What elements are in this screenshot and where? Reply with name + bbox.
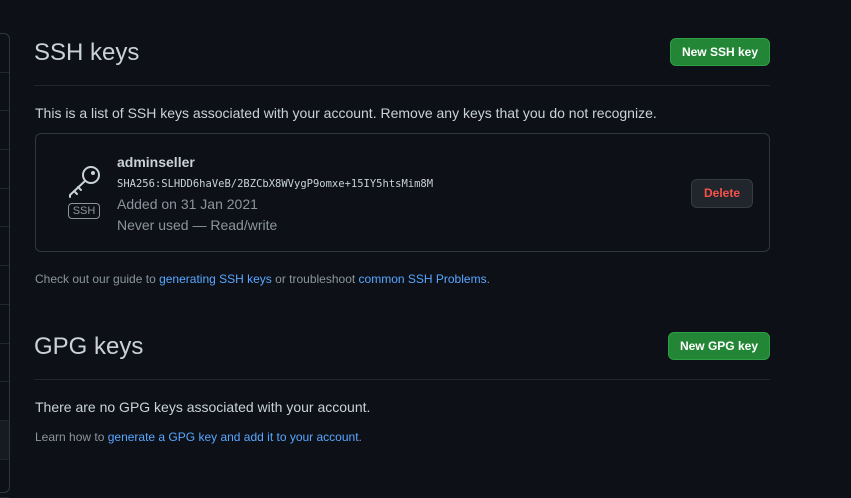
sidebar-item[interactable] [0, 227, 9, 267]
new-ssh-key-button[interactable]: New SSH key [669, 38, 770, 66]
ssh-badge: SSH [68, 203, 100, 219]
sidebar-item[interactable] [0, 73, 9, 112]
sidebar-item-active[interactable] [0, 420, 9, 460]
key-usage: Never used — Read/write [117, 217, 278, 233]
guide-prefix: Check out our guide to [35, 272, 160, 286]
gpg-empty-text: There are no GPG keys associated with yo… [35, 399, 371, 415]
generating-ssh-keys-link[interactable]: generating SSH keys [159, 272, 272, 286]
sidebar-item[interactable] [0, 344, 9, 383]
sidebar-item[interactable] [0, 34, 9, 73]
guide-suffix: . [486, 272, 490, 286]
gpg-section-header: GPG keys New GPG key [34, 327, 770, 380]
new-gpg-key-button[interactable]: New GPG key [667, 332, 770, 360]
guide-middle: or troubleshoot [271, 272, 359, 286]
generate-gpg-key-link[interactable]: generate a GPG key and add it to your ac… [108, 430, 359, 444]
key-icon [69, 166, 100, 198]
delete-key-button[interactable]: Delete [691, 179, 753, 208]
sidebar-item[interactable] [0, 266, 9, 305]
ssh-description: This is a list of SSH keys associated wi… [35, 105, 657, 121]
ssh-title: SSH keys [34, 39, 140, 66]
sidebar-item[interactable] [0, 382, 9, 421]
sidebar-item[interactable] [0, 150, 9, 189]
key-added-date: Added on 31 Jan 2021 [117, 196, 258, 212]
key-title: adminseller [117, 154, 195, 170]
ssh-section-header: SSH keys New SSH key [34, 33, 770, 86]
gpg-title: GPG keys [34, 333, 144, 360]
ssh-guide-note: Check out our guide to generating SSH ke… [35, 272, 490, 286]
learn-prefix: Learn how to [35, 430, 108, 444]
ssh-key-item: SSH adminseller SHA256:SLHDD6haVeB/2BZCb… [35, 133, 770, 252]
sidebar-item[interactable] [0, 111, 9, 151]
common-ssh-problems-link[interactable]: common SSH Problems [359, 272, 487, 286]
sidebar-item[interactable] [0, 189, 9, 228]
sidebar-item[interactable] [0, 460, 9, 498]
sidebar-item[interactable] [0, 305, 9, 344]
learn-suffix: . [358, 430, 362, 444]
settings-sidebar [0, 33, 10, 498]
key-fingerprint: SHA256:SLHDD6haVeB/2BZCbX8WVygP9omxe+15I… [117, 178, 434, 190]
gpg-learn-note: Learn how to generate a GPG key and add … [35, 430, 362, 444]
